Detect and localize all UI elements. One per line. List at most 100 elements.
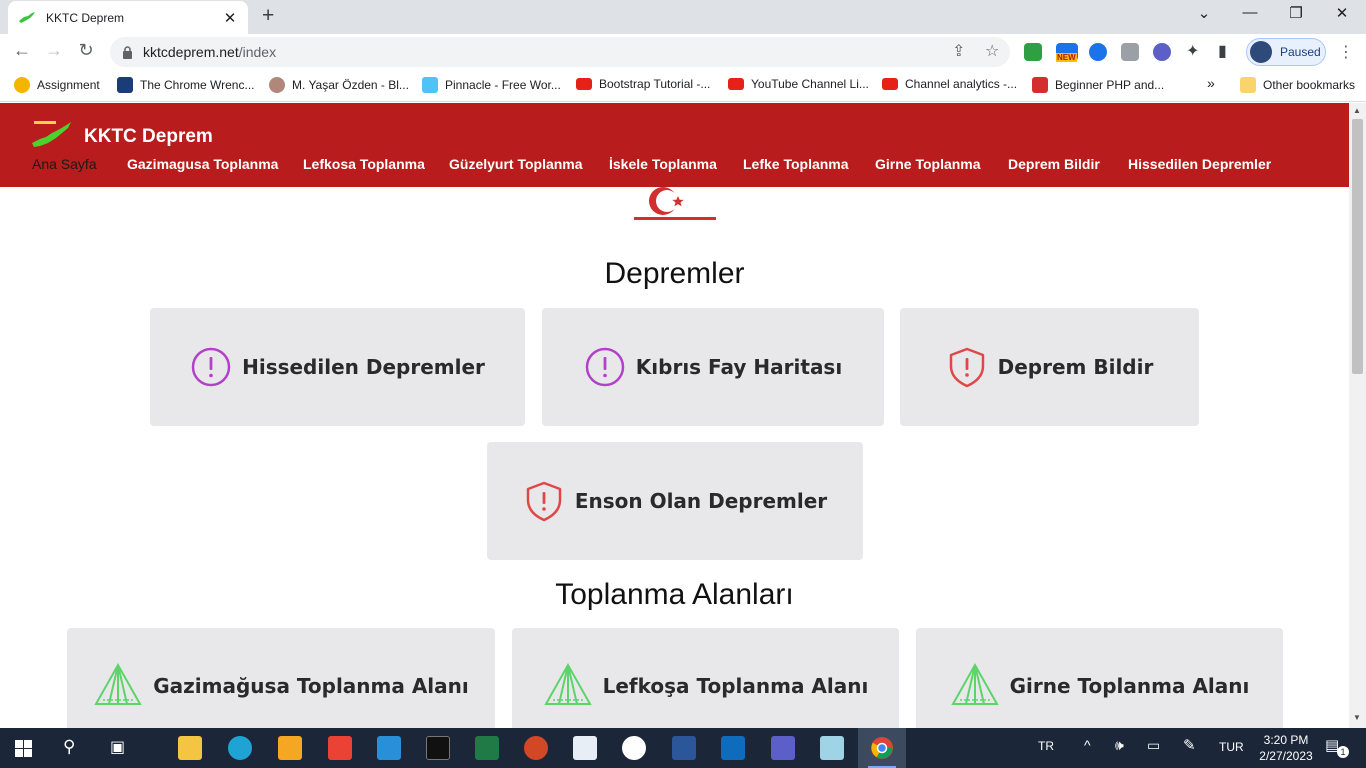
outlook-icon[interactable]	[721, 736, 745, 760]
nav-lefke-toplanma[interactable]: Lefke Toplanma	[743, 156, 849, 172]
minimize-button[interactable]: —	[1227, 4, 1273, 21]
edge-icon[interactable]	[228, 736, 252, 760]
forward-button[interactable]: →	[42, 40, 66, 61]
site-brand[interactable]: KKTC Deprem	[84, 126, 213, 148]
youtube-bookmark-icon	[882, 78, 898, 90]
search-icon[interactable]: ⚲	[63, 737, 75, 757]
nav-hissedilen-depremler[interactable]: Hissedilen Depremler	[1128, 156, 1271, 172]
deprem-bildir-card[interactable]: Deprem Bildir	[900, 308, 1199, 426]
bookmark-item[interactable]: Assignment	[14, 77, 100, 93]
restore-button[interactable]: ❐	[1273, 4, 1319, 22]
window-close-button[interactable]: ✕	[1319, 4, 1365, 22]
nav-girne-toplanma[interactable]: Girne Toplanma	[875, 156, 981, 172]
wordpress-icon[interactable]	[622, 736, 646, 760]
hissedilen-depremler-card[interactable]: Hissedilen Depremler	[150, 308, 525, 426]
blue-circle-extension-icon[interactable]	[1089, 43, 1107, 61]
keyboard-layout-indicator[interactable]: TUR	[1219, 740, 1244, 754]
lefkosa-toplanma-card[interactable]: Lefkoşa Toplanma Alanı	[512, 628, 899, 728]
side-panel-icon[interactable]: ▮	[1218, 41, 1227, 61]
extensions-puzzle-icon[interactable]: ✦	[1186, 41, 1199, 61]
exclamation-circle-icon	[585, 347, 625, 387]
address-bar[interactable]: kktcdeprem.net/index	[110, 37, 1010, 67]
camera-extension-icon[interactable]	[1121, 43, 1139, 61]
gmail-icon[interactable]	[328, 736, 352, 760]
bookmark-item[interactable]: The Chrome Wrenc...	[117, 77, 254, 93]
site-header: KKTC Deprem Ana Sayfa Gazimagusa Toplanm…	[0, 103, 1349, 187]
clock-date: 2/27/2023	[1259, 749, 1313, 763]
reload-button[interactable]: ↻	[74, 40, 98, 61]
main-nav: Ana Sayfa Gazimagusa Toplanma Lefkosa To…	[0, 156, 1349, 180]
word-icon[interactable]	[672, 736, 696, 760]
tv-extension-icon[interactable]	[1024, 43, 1042, 61]
nav-deprem-bildir[interactable]: Deprem Bildir	[1008, 156, 1100, 172]
nav-lefkosa-toplanma[interactable]: Lefkosa Toplanma	[303, 156, 425, 172]
card-label: Enson Olan Depremler	[574, 489, 828, 513]
tab-close-icon[interactable]: ✕	[222, 9, 238, 27]
windows-start-icon[interactable]	[15, 740, 32, 757]
bookmarks-overflow-button[interactable]: »	[1207, 75, 1215, 91]
tent-icon	[543, 662, 592, 705]
bookmark-item[interactable]: Pinnacle - Free Wor...	[422, 77, 561, 93]
share-icon[interactable]: ⇪	[952, 41, 965, 61]
nav-ana-sayfa[interactable]: Ana Sayfa	[32, 156, 97, 172]
tray-chevron-icon[interactable]: ^	[1084, 737, 1091, 753]
chat-extension-icon[interactable]	[1153, 43, 1171, 61]
profile-status: Paused	[1280, 45, 1321, 59]
scrollbar-thumb[interactable]	[1352, 119, 1363, 374]
norton-icon[interactable]	[278, 736, 302, 760]
gazimagusa-toplanma-card[interactable]: Gazimağusa Toplanma Alanı	[67, 628, 495, 728]
toplanma-alanlari-title: Toplanma Alanları	[555, 578, 794, 611]
enson-olan-depremler-card[interactable]: Enson Olan Depremler	[487, 442, 863, 560]
nav-iskele-toplanma[interactable]: İskele Toplanma	[609, 156, 717, 172]
card-label: Deprem Bildir	[997, 355, 1154, 379]
php-bookmark-icon	[1032, 77, 1048, 93]
trnc-flag-icon	[634, 187, 716, 220]
browser-tab[interactable]: KKTC Deprem ✕	[8, 1, 248, 34]
scroll-up-arrow-icon[interactable]: ▲	[1353, 106, 1361, 115]
url-text: kktcdeprem.net/index	[143, 44, 277, 60]
file-explorer-icon[interactable]	[178, 736, 202, 760]
bookmark-item[interactable]: YouTube Channel Li...	[728, 77, 869, 91]
bookmark-item[interactable]: Channel analytics -...	[882, 77, 1017, 91]
bookmark-star-icon[interactable]: ☆	[985, 41, 999, 61]
page-scrollbar[interactable]: ▲ ▼	[1349, 103, 1366, 728]
back-button[interactable]: ←	[10, 40, 34, 61]
notes-app-icon[interactable]	[820, 736, 844, 760]
tab-search-icon[interactable]: ⌄	[1181, 4, 1227, 22]
bookmark-item[interactable]: M. Yaşar Özden - Bl...	[269, 77, 409, 93]
scroll-down-arrow-icon[interactable]: ▼	[1353, 713, 1361, 722]
avatar	[1250, 41, 1272, 63]
teams-icon[interactable]	[771, 736, 795, 760]
bookmark-item[interactable]: Beginner PHP and...	[1032, 77, 1164, 93]
system-clock[interactable]: 3:20 PM 2/27/2023	[1250, 732, 1322, 764]
chrome-menu-icon[interactable]: ⋮	[1338, 42, 1354, 62]
other-bookmarks-folder[interactable]: Other bookmarks	[1240, 77, 1355, 93]
wrench-bookmark-icon	[117, 77, 133, 93]
youtube-bookmark-icon	[728, 78, 744, 90]
kibris-fay-haritasi-card[interactable]: Kıbrıs Fay Haritası	[542, 308, 884, 426]
browser-toolbar: ← → ↻ kktcdeprem.net/index ⇪ ☆ NEW ✦ ▮ P…	[0, 34, 1366, 70]
pinnacle-bookmark-icon	[422, 77, 438, 93]
profile-button[interactable]: Paused	[1246, 38, 1326, 66]
new-extension-icon[interactable]: NEW	[1056, 43, 1078, 62]
page-viewport: KKTC Deprem Ana Sayfa Gazimagusa Toplanm…	[0, 103, 1349, 728]
excel-icon[interactable]	[475, 736, 499, 760]
terminal-icon[interactable]	[426, 736, 450, 760]
bookmark-item[interactable]: Bootstrap Tutorial -...	[576, 77, 710, 91]
new-tab-button[interactable]: +	[262, 4, 274, 28]
girne-toplanma-card[interactable]: Girne Toplanma Alanı	[916, 628, 1283, 728]
vscode-icon[interactable]	[377, 736, 401, 760]
task-view-icon[interactable]: ▣	[110, 737, 125, 757]
snipping-tool-icon[interactable]	[573, 736, 597, 760]
language-indicator[interactable]: TR	[1038, 739, 1054, 753]
card-label: Gazimağusa Toplanma Alanı	[153, 674, 469, 698]
battery-icon[interactable]: ▭	[1147, 737, 1160, 754]
depremler-title: Depremler	[604, 257, 745, 290]
powerpoint-icon[interactable]	[524, 736, 548, 760]
nav-guzelyurt-toplanma[interactable]: Güzelyurt Toplanma	[449, 156, 583, 172]
volume-icon[interactable]: 🕪	[1115, 737, 1124, 754]
nav-gazimagusa-toplanma[interactable]: Gazimagusa Toplanma	[127, 156, 278, 172]
chrome-taskbar-button[interactable]	[858, 728, 906, 768]
pen-icon[interactable]: ✎	[1183, 736, 1196, 754]
card-label: Girne Toplanma Alanı	[1009, 674, 1250, 698]
